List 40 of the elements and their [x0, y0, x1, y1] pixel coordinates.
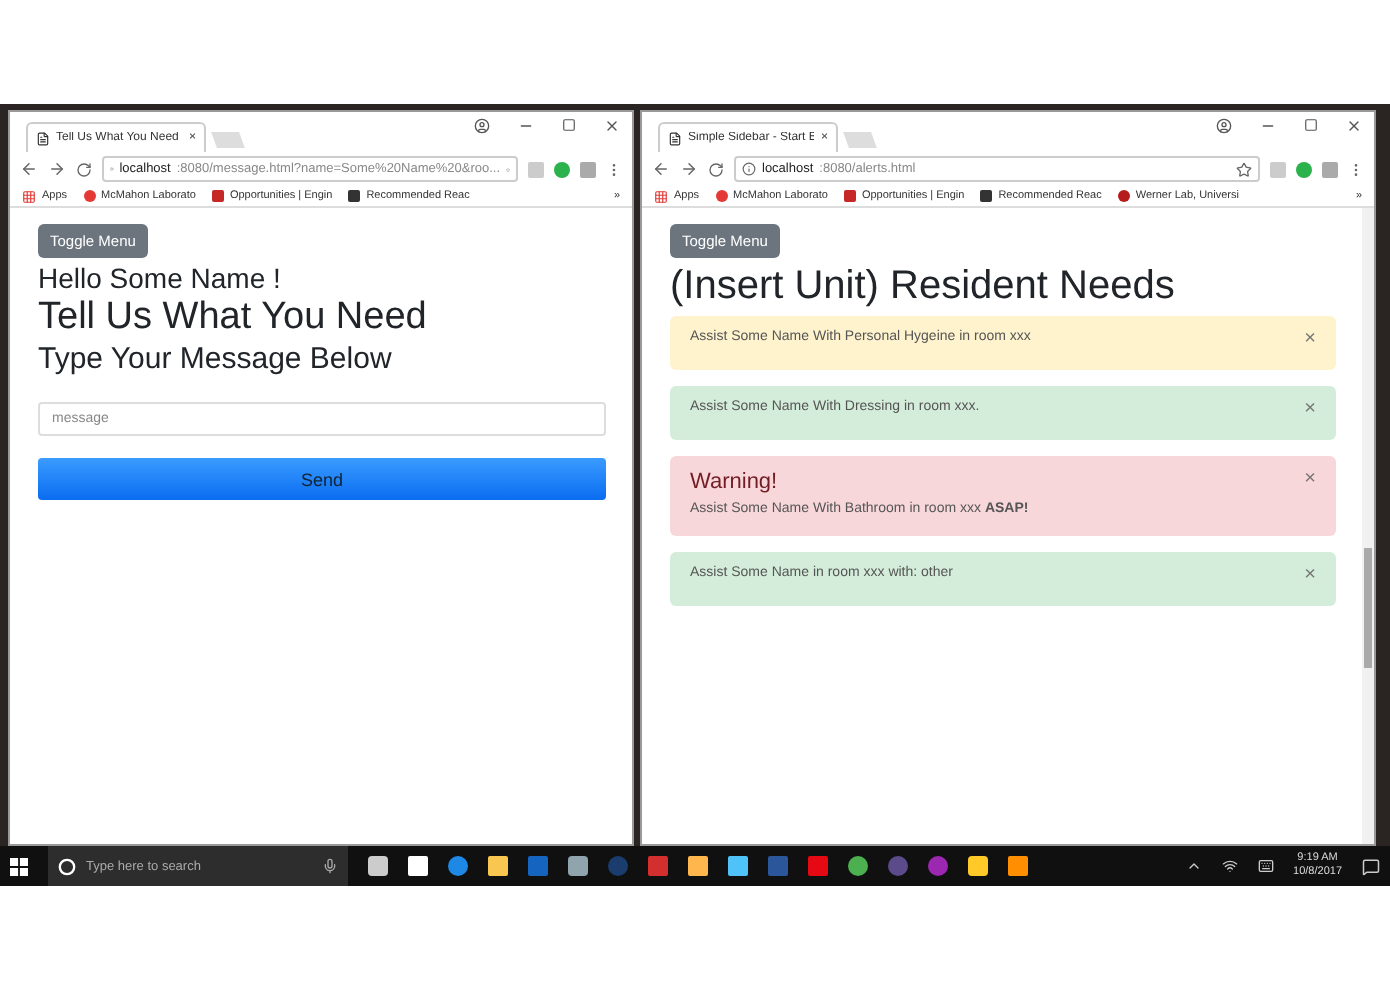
- favicon-icon: [843, 190, 856, 202]
- favicon-icon: [211, 190, 224, 202]
- favicon-icon: [348, 190, 361, 202]
- close-button[interactable]: [604, 118, 620, 134]
- microphone-icon[interactable]: [322, 858, 338, 874]
- scrollbar[interactable]: [1362, 208, 1374, 844]
- page-icon: [36, 131, 50, 145]
- favicon-icon: [715, 190, 728, 202]
- profile-icon[interactable]: [1216, 118, 1232, 134]
- network-icon[interactable]: [1221, 858, 1238, 874]
- page-heading: Tell Us What You Need: [38, 296, 429, 340]
- search-circle-icon: [58, 857, 76, 875]
- close-button[interactable]: ×: [1304, 400, 1316, 420]
- reload-icon[interactable]: [76, 161, 92, 177]
- favicon-icon: [83, 190, 96, 202]
- reload-icon[interactable]: [708, 161, 724, 177]
- forward-icon[interactable]: [48, 160, 66, 178]
- page-subheading: Type Your Message Below: [38, 342, 394, 376]
- keyboard-icon[interactable]: [1257, 858, 1274, 874]
- back-icon[interactable]: [20, 160, 38, 178]
- apps-grid-icon: [22, 189, 36, 203]
- notification-icon[interactable]: [1362, 857, 1380, 875]
- close-button[interactable]: ×: [1304, 330, 1316, 350]
- favicon-icon: [980, 190, 993, 202]
- page-icon: [668, 131, 682, 145]
- page-heading: (Insert Unit) Resident Needs: [670, 264, 1177, 310]
- profile-icon[interactable]: [474, 118, 490, 134]
- close-button[interactable]: ×: [1304, 566, 1316, 586]
- windows-icon[interactable]: [10, 857, 28, 875]
- greeting-text: Hello Some Name !: [38, 262, 283, 294]
- maximize-button[interactable]: [1304, 118, 1318, 132]
- forward-icon[interactable]: [680, 160, 698, 178]
- close-button[interactable]: [1346, 118, 1362, 134]
- apps-grid-icon: [654, 189, 668, 203]
- chevron-up-icon[interactable]: [1185, 858, 1202, 874]
- send-button[interactable]: Send: [38, 458, 606, 500]
- alert-title: Warning!: [690, 470, 780, 494]
- favicon-icon: [1117, 190, 1130, 202]
- maximize-button[interactable]: [562, 118, 576, 132]
- back-icon[interactable]: [652, 160, 670, 178]
